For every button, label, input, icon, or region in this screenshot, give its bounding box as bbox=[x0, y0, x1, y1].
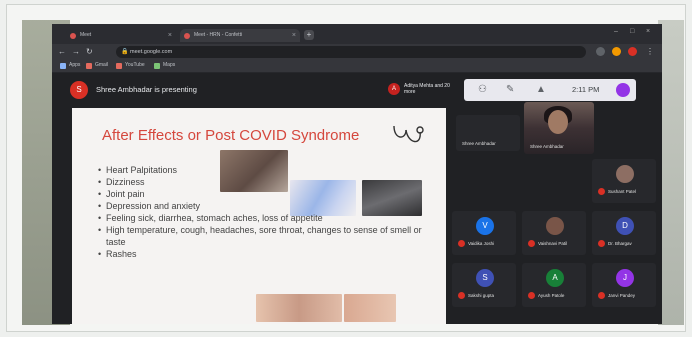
participant-tile[interactable]: Sushant Patel bbox=[592, 159, 656, 203]
maximize-icon[interactable]: □ bbox=[630, 28, 634, 35]
participant-name: Janvi Pandey bbox=[608, 293, 636, 298]
slide-bullet: Joint pain bbox=[98, 188, 428, 200]
tab-label: Meet - HRN - Confetti bbox=[194, 32, 243, 38]
laptop-screen: Meet × Meet - HRN - Confetti × + – □ × ←… bbox=[52, 24, 662, 324]
minimize-icon[interactable]: – bbox=[614, 28, 618, 35]
participant-avatar: J bbox=[616, 269, 634, 287]
participant-name: Vaidika Joshi bbox=[468, 241, 495, 246]
slide-bullet: Depression and anxiety bbox=[98, 200, 428, 212]
slide-bullet: Feeling sick, diarrhea, stomach aches, l… bbox=[98, 212, 428, 224]
slide-bullet-list: Heart Palpitations Dizziness Joint pain … bbox=[98, 164, 428, 260]
mic-off-icon bbox=[598, 188, 605, 195]
participant-name: Ayush Patole bbox=[538, 293, 565, 298]
meeting-time: 2:11 PM bbox=[572, 85, 600, 94]
close-window-icon[interactable]: × bbox=[646, 28, 650, 35]
tab-label: Meet bbox=[80, 32, 92, 38]
slide-bullet: Heart Palpitations bbox=[98, 164, 428, 176]
self-view-tile[interactable]: Shree Ambhadar bbox=[456, 115, 520, 151]
meet-window: S Shree Ambhadar is presenting A Aditya … bbox=[52, 73, 662, 324]
tab-favicon-icon bbox=[184, 33, 190, 39]
mic-off-icon bbox=[598, 292, 605, 299]
extension-icon[interactable] bbox=[612, 47, 621, 56]
joined-avatar: A bbox=[388, 83, 400, 95]
slide-image-rash-2 bbox=[344, 294, 396, 322]
participant-avatar bbox=[616, 165, 634, 183]
participant-tile[interactable]: D Dr. Bhargav bbox=[592, 211, 656, 255]
stethoscope-icon bbox=[393, 125, 424, 143]
meet-top-controls: ⚇ ✎ ▲ 2:11 PM bbox=[464, 79, 636, 101]
participant-name: Vaishnavi Patil bbox=[538, 241, 568, 246]
bookmarks-bar: Apps Gmail YouTube Maps bbox=[52, 60, 662, 73]
participant-tile[interactable]: A Ayush Patole bbox=[522, 263, 586, 307]
browser-tab-active[interactable]: Meet - HRN - Confetti × bbox=[180, 29, 300, 42]
participant-tile[interactable]: J Janvi Pandey bbox=[592, 263, 656, 307]
joined-notification: Aditya Mehta and 20 more bbox=[404, 83, 450, 95]
participant-name: Shree Ambhadar bbox=[462, 141, 496, 146]
forward-icon[interactable]: → bbox=[72, 47, 80, 56]
people-icon[interactable]: ⚇ bbox=[478, 84, 487, 95]
participant-avatar: V bbox=[476, 217, 494, 235]
address-bar[interactable]: 🔒 meet.google.com bbox=[116, 46, 586, 58]
address-text: meet.google.com bbox=[130, 49, 173, 55]
mic-off-icon bbox=[528, 292, 535, 299]
back-icon[interactable]: ← bbox=[58, 47, 66, 56]
participant-name: Sakshi gupta bbox=[468, 293, 495, 298]
close-icon[interactable]: × bbox=[292, 29, 296, 42]
new-tab-button[interactable]: + bbox=[304, 30, 314, 40]
user-avatar[interactable] bbox=[616, 83, 630, 97]
participant-face bbox=[548, 110, 568, 134]
chat-icon[interactable]: ✎ bbox=[506, 84, 514, 95]
participant-name: Dr. Bhargav bbox=[608, 241, 632, 246]
participant-tile[interactable]: S Sakshi gupta bbox=[452, 263, 516, 307]
presenter-avatar: S bbox=[70, 81, 88, 99]
menu-icon[interactable]: ⋮ bbox=[646, 47, 654, 56]
mic-off-icon bbox=[528, 240, 535, 247]
bookmark-gmail[interactable]: Gmail bbox=[86, 62, 108, 69]
slide-image-rash bbox=[256, 294, 342, 322]
mic-off-icon bbox=[458, 292, 465, 299]
bookmark-maps[interactable]: Maps bbox=[154, 62, 175, 69]
slide-title: After Effects or Post COVID Syndrome bbox=[102, 127, 360, 144]
profile-icon[interactable] bbox=[628, 47, 637, 56]
slide-bullet: High temperature, cough, headaches, sore… bbox=[98, 224, 428, 248]
reload-icon[interactable]: ↻ bbox=[86, 47, 93, 56]
slide-bullet: Rashes bbox=[98, 248, 428, 260]
close-icon[interactable]: × bbox=[168, 29, 172, 42]
tab-favicon-icon bbox=[70, 33, 76, 39]
mic-off-icon bbox=[598, 240, 605, 247]
bookmark-apps[interactable]: Apps bbox=[60, 62, 80, 69]
presenting-banner: Shree Ambhadar is presenting bbox=[96, 85, 197, 94]
extension-icon[interactable] bbox=[596, 47, 605, 56]
browser-tab-bar: Meet × Meet - HRN - Confetti × + – □ × bbox=[52, 24, 662, 44]
presentation-slide: After Effects or Post COVID Syndrome Hea… bbox=[72, 108, 446, 324]
slide-bullet: Dizziness bbox=[98, 176, 428, 188]
participant-grid: Sushant Patel V Vaidika Joshi Vaishnavi … bbox=[452, 159, 657, 324]
participant-name: Sushant Patel bbox=[608, 189, 637, 194]
activities-icon[interactable]: ▲ bbox=[536, 84, 546, 95]
participant-avatar: S bbox=[476, 269, 494, 287]
lock-icon: 🔒 bbox=[121, 49, 129, 55]
mic-off-icon bbox=[458, 240, 465, 247]
participant-avatar: D bbox=[616, 217, 634, 235]
bookmark-youtube[interactable]: YouTube bbox=[116, 62, 145, 69]
participant-avatar bbox=[546, 217, 564, 235]
participant-tile[interactable]: V Vaidika Joshi bbox=[452, 211, 516, 255]
browser-tab[interactable]: Meet × bbox=[66, 29, 176, 42]
participant-video-tile[interactable]: Shree Ambhadar bbox=[524, 102, 594, 154]
participant-avatar: A bbox=[546, 269, 564, 287]
participant-name: Shree Ambhadar bbox=[530, 144, 564, 149]
participant-tile[interactable]: Vaishnavi Patil bbox=[522, 211, 586, 255]
address-toolbar: ← → ↻ 🔒 meet.google.com ⋮ bbox=[52, 44, 662, 60]
